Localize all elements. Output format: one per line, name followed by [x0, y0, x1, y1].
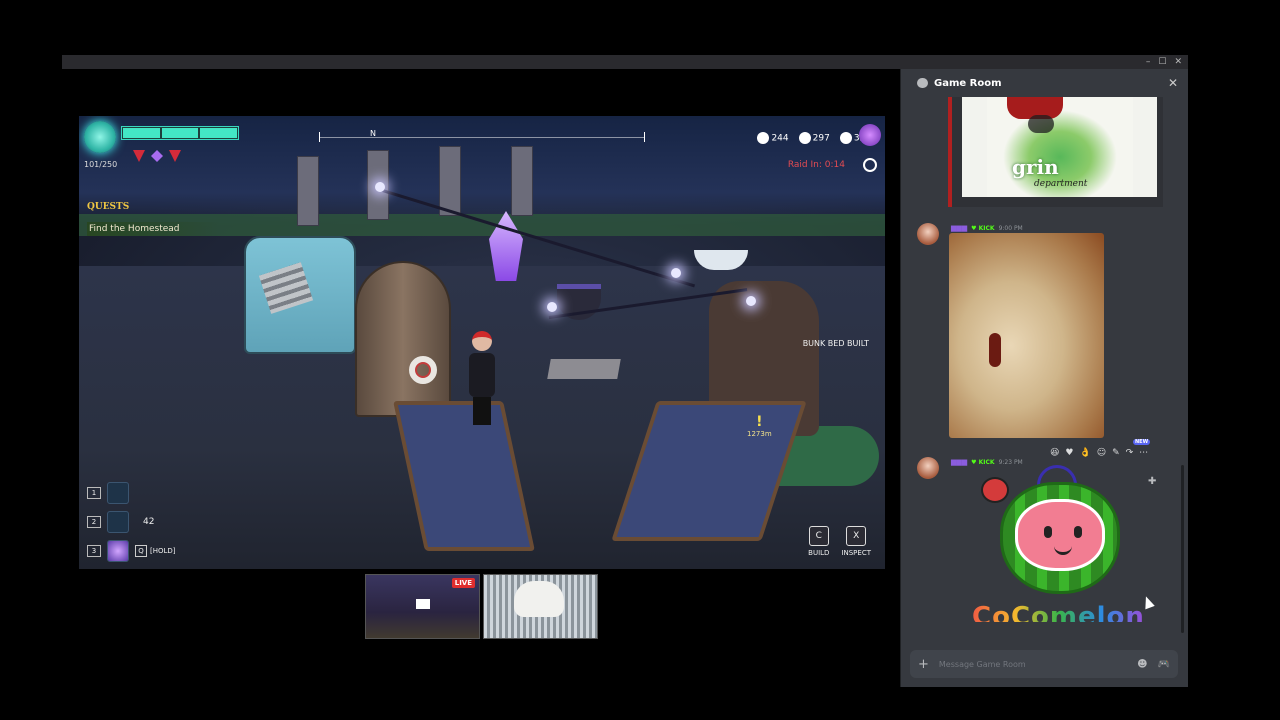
- window-titlebar: – ☐ ✕: [62, 55, 1188, 69]
- resource-water: 244: [757, 132, 789, 144]
- heart-emoji-icon[interactable]: ♥: [1065, 448, 1073, 458]
- message-list[interactable]: grin department ▆▆▆ ♥ KICK 9:00 PM ▆▆▆ ♥…: [901, 97, 1181, 633]
- lamp-light: [547, 302, 557, 312]
- add-attachment-button[interactable]: +: [918, 657, 929, 672]
- life-ring: [409, 356, 437, 384]
- attachment-image[interactable]: [949, 233, 1104, 438]
- maximize-button[interactable]: ☐: [1158, 55, 1166, 69]
- health-heart-icon: [84, 121, 116, 153]
- new-badge: NEW: [1133, 439, 1151, 445]
- health-bar: [121, 126, 239, 140]
- avatar[interactable]: [917, 223, 939, 245]
- play-icon: [1028, 115, 1054, 133]
- username[interactable]: ▆▆▆: [951, 224, 967, 232]
- add-reaction-icon[interactable]: ☺: [1097, 448, 1106, 458]
- live-badge: LIVE: [451, 578, 475, 588]
- game-stream-view[interactable]: 101/250 N 244 297 325 Raid In: 0:14 QUES…: [79, 116, 885, 569]
- chat-title: Game Room: [934, 77, 1002, 89]
- ok-hand-emoji-icon[interactable]: 👌: [1079, 448, 1090, 458]
- kick-badge: ♥ KICK: [971, 224, 995, 232]
- event-message: BUNK BED BUILT: [802, 339, 869, 348]
- timestamp: 9:00 PM: [998, 224, 1023, 232]
- compass-north: N: [370, 129, 376, 138]
- close-window-button[interactable]: ✕: [1174, 55, 1182, 69]
- stream-thumbnail-camera[interactable]: [483, 574, 598, 639]
- lamp-light: [671, 268, 681, 278]
- fence-post: [439, 146, 461, 216]
- window-controls: – ☐ ✕: [1146, 55, 1182, 69]
- debuff-arrow-icon: [133, 150, 145, 162]
- tool-icon: [107, 511, 129, 533]
- emoji-button[interactable]: ☻: [1137, 659, 1147, 670]
- cat-image: [514, 581, 564, 617]
- hotbar-slot-3[interactable]: 3 Q [HOLD]: [87, 540, 176, 562]
- water-drop-icon: [757, 132, 770, 144]
- inspect-key[interactable]: X INSPECT: [841, 526, 871, 557]
- chat-panel: Game Room ✕ grin department ▆▆▆ ♥ KICK 9…: [900, 69, 1188, 687]
- melon-face: [1000, 482, 1120, 594]
- resource-counters: 244 297 325: [757, 132, 871, 144]
- embed-image[interactable]: grin department: [948, 97, 1163, 207]
- arrow-count: 42: [143, 517, 155, 527]
- kick-badge: ♥ KICK: [971, 458, 995, 466]
- close-chat-button[interactable]: ✕: [1168, 76, 1178, 90]
- timestamp: 9:23 PM: [998, 458, 1023, 466]
- lamp-light: [746, 296, 756, 306]
- shield-icon: [839, 132, 852, 144]
- fence-post: [511, 146, 533, 216]
- player-character: [469, 331, 495, 427]
- sticker-text: CoComelon: [972, 602, 1145, 622]
- quests-title: QUESTS: [87, 202, 130, 212]
- compass-bar: N: [319, 129, 645, 142]
- stream-thumbnail-live[interactable]: LIVE: [365, 574, 480, 639]
- minimize-button[interactable]: –: [1146, 55, 1151, 69]
- crystal-item-icon: [107, 540, 129, 562]
- hotbar: 1 2 42 3 Q [HOLD]: [87, 482, 176, 569]
- fence-post: [297, 156, 319, 226]
- message-input[interactable]: [938, 659, 1128, 669]
- message-meta: ▆▆▆ ♥ KICK 9:23 PM: [951, 458, 1023, 466]
- camper-van: [244, 236, 356, 354]
- avatar[interactable]: [917, 457, 939, 479]
- apps-icon[interactable]: ✚: [1148, 476, 1156, 487]
- quest-item: Find the Homestead: [87, 222, 220, 236]
- screen-icon: [416, 599, 430, 609]
- more-icon[interactable]: ⋯: [1139, 448, 1148, 458]
- action-keys: C BUILD X INSPECT: [808, 526, 871, 557]
- status-effects: [133, 150, 181, 162]
- upturned-boat-shelter: [355, 261, 451, 417]
- chat-header: Game Room ✕: [901, 69, 1188, 97]
- resource-food: 297: [798, 132, 830, 144]
- gamepad-icon[interactable]: 🎮: [1158, 659, 1170, 670]
- moon-icon: [863, 158, 877, 172]
- energy-readout: 101/250: [84, 160, 118, 169]
- distance-marker: ! 1273m: [747, 414, 772, 438]
- pickaxe-icon: [107, 482, 129, 504]
- build-key[interactable]: C BUILD: [808, 526, 829, 557]
- poster-image: grin department: [962, 97, 1157, 197]
- exclamation-icon: !: [756, 414, 763, 430]
- ladybug-icon: [981, 477, 1009, 503]
- message-meta: ▆▆▆ ♥ KICK 9:00 PM: [951, 224, 1023, 232]
- hotbar-slot-2[interactable]: 2 42: [87, 511, 176, 533]
- buff-gem-icon: [151, 150, 163, 162]
- hold-hint: Q [HOLD]: [135, 545, 176, 557]
- edit-icon[interactable]: ✎: [1112, 448, 1120, 458]
- food-fork-icon: [798, 132, 811, 144]
- bench: [547, 359, 621, 379]
- message-composer: + ☻ 🎮: [910, 650, 1178, 678]
- debuff-arrow-icon: [169, 150, 181, 162]
- username[interactable]: ▆▆▆: [951, 458, 967, 466]
- map-gem-icon: [859, 124, 881, 146]
- chat-bubble-icon: [917, 78, 928, 88]
- chat-scrollbar[interactable]: [1181, 465, 1184, 633]
- message-actions: 😆 ♥ 👌 ☺ ✎ ↷ ⋯: [1050, 448, 1148, 458]
- raid-timer: Raid In: 0:14: [787, 160, 845, 170]
- laugh-emoji-icon[interactable]: 😆: [1050, 448, 1059, 458]
- forward-icon[interactable]: ↷: [1126, 448, 1134, 458]
- lamp-light: [375, 182, 385, 192]
- hotbar-slot-1[interactable]: 1: [87, 482, 176, 504]
